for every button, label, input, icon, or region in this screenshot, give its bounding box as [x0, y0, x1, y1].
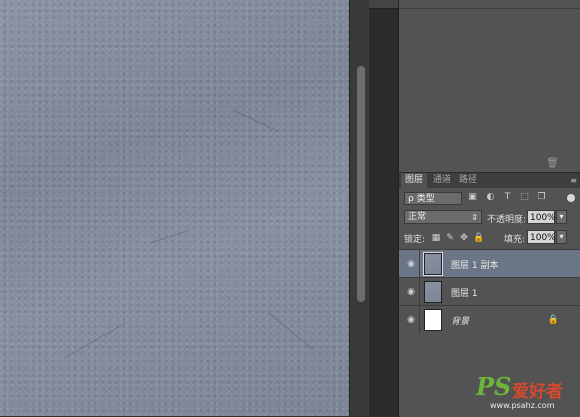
layers-panel-tabs: 图层 通道 路径 ≡ — [399, 173, 580, 188]
upper-panel: 🗑 — [398, 0, 580, 172]
lock-label: 锁定: — [404, 235, 426, 245]
layer-row[interactable]: ◉ 图层 1 副本 — [399, 249, 580, 278]
panel-divider — [399, 8, 580, 9]
blend-mode-value: 正常 — [408, 212, 427, 222]
trash-icon[interactable]: 🗑 — [546, 158, 559, 169]
smart-object-filter-icon[interactable]: ❐ — [536, 192, 547, 203]
image-filter-icon[interactable]: ▣ — [467, 192, 478, 203]
eye-separator — [419, 250, 420, 278]
visibility-eye-icon[interactable]: ◉ — [406, 259, 416, 269]
tab-channels[interactable]: 通道 — [429, 173, 455, 188]
texture-crack — [232, 109, 278, 132]
adjustment-filter-icon[interactable]: ◐ — [485, 192, 496, 203]
opacity-dropdown-button[interactable]: ▾ — [556, 210, 567, 224]
layer-row[interactable]: ◉ 背景 🔒 — [399, 305, 580, 334]
blend-mode-select[interactable]: 正常 ⇕ — [404, 210, 482, 224]
panel-menu-icon[interactable]: ≡ — [570, 176, 577, 185]
texture-crack — [150, 229, 190, 244]
visibility-eye-icon[interactable]: ◉ — [406, 287, 416, 297]
layer-row[interactable]: ◉ 图层 1 — [399, 277, 580, 306]
visibility-eye-icon[interactable]: ◉ — [406, 315, 416, 325]
eye-separator — [419, 278, 420, 306]
tab-paths[interactable]: 路径 — [455, 173, 481, 188]
eye-separator — [419, 306, 420, 334]
filter-toggle-icon[interactable] — [567, 194, 575, 202]
layer-filter-kind-select[interactable]: ρ 类型 — [404, 192, 462, 205]
panel-dock-strip — [369, 0, 398, 416]
updown-arrow-icon: ⇕ — [471, 213, 478, 222]
layer-thumbnail — [424, 309, 442, 331]
lock-transparent-pixels-icon[interactable]: ▦ — [431, 233, 441, 243]
lock-position-icon[interactable]: ✥ — [459, 233, 469, 243]
layer-thumbnail — [424, 281, 442, 303]
fill-label: 填充: — [504, 235, 526, 245]
document-canvas[interactable] — [0, 0, 349, 416]
watermark-logo: PS — [476, 372, 512, 401]
opacity-label: 不透明度: — [487, 215, 527, 225]
layer-name[interactable]: 图层 1 副本 — [451, 258, 498, 271]
texture-crack — [64, 322, 126, 359]
lock-all-icon[interactable]: 🔒 — [473, 233, 484, 243]
type-filter-icon[interactable]: T — [502, 192, 513, 203]
watermark-text: 爱好者 — [512, 382, 563, 402]
shape-filter-icon[interactable]: ⬚ — [519, 192, 530, 203]
texture-crack — [266, 310, 314, 351]
watermark-url: www.psahz.com — [490, 401, 555, 410]
layer-name[interactable]: 背景 — [451, 314, 469, 327]
opacity-input[interactable]: 100% — [527, 210, 556, 224]
tab-layers[interactable]: 图层 — [401, 173, 428, 188]
dock-strip-header — [369, 0, 398, 9]
lock-icon: 🔒 — [547, 315, 559, 325]
fill-dropdown-button[interactable]: ▾ — [556, 230, 567, 244]
layer-thumbnail — [423, 252, 443, 276]
scrollbar-thumb[interactable] — [357, 66, 365, 302]
layer-name[interactable]: 图层 1 — [451, 286, 478, 299]
fill-input[interactable]: 100% — [527, 230, 556, 244]
lock-image-pixels-icon[interactable]: ✎ — [445, 233, 455, 243]
